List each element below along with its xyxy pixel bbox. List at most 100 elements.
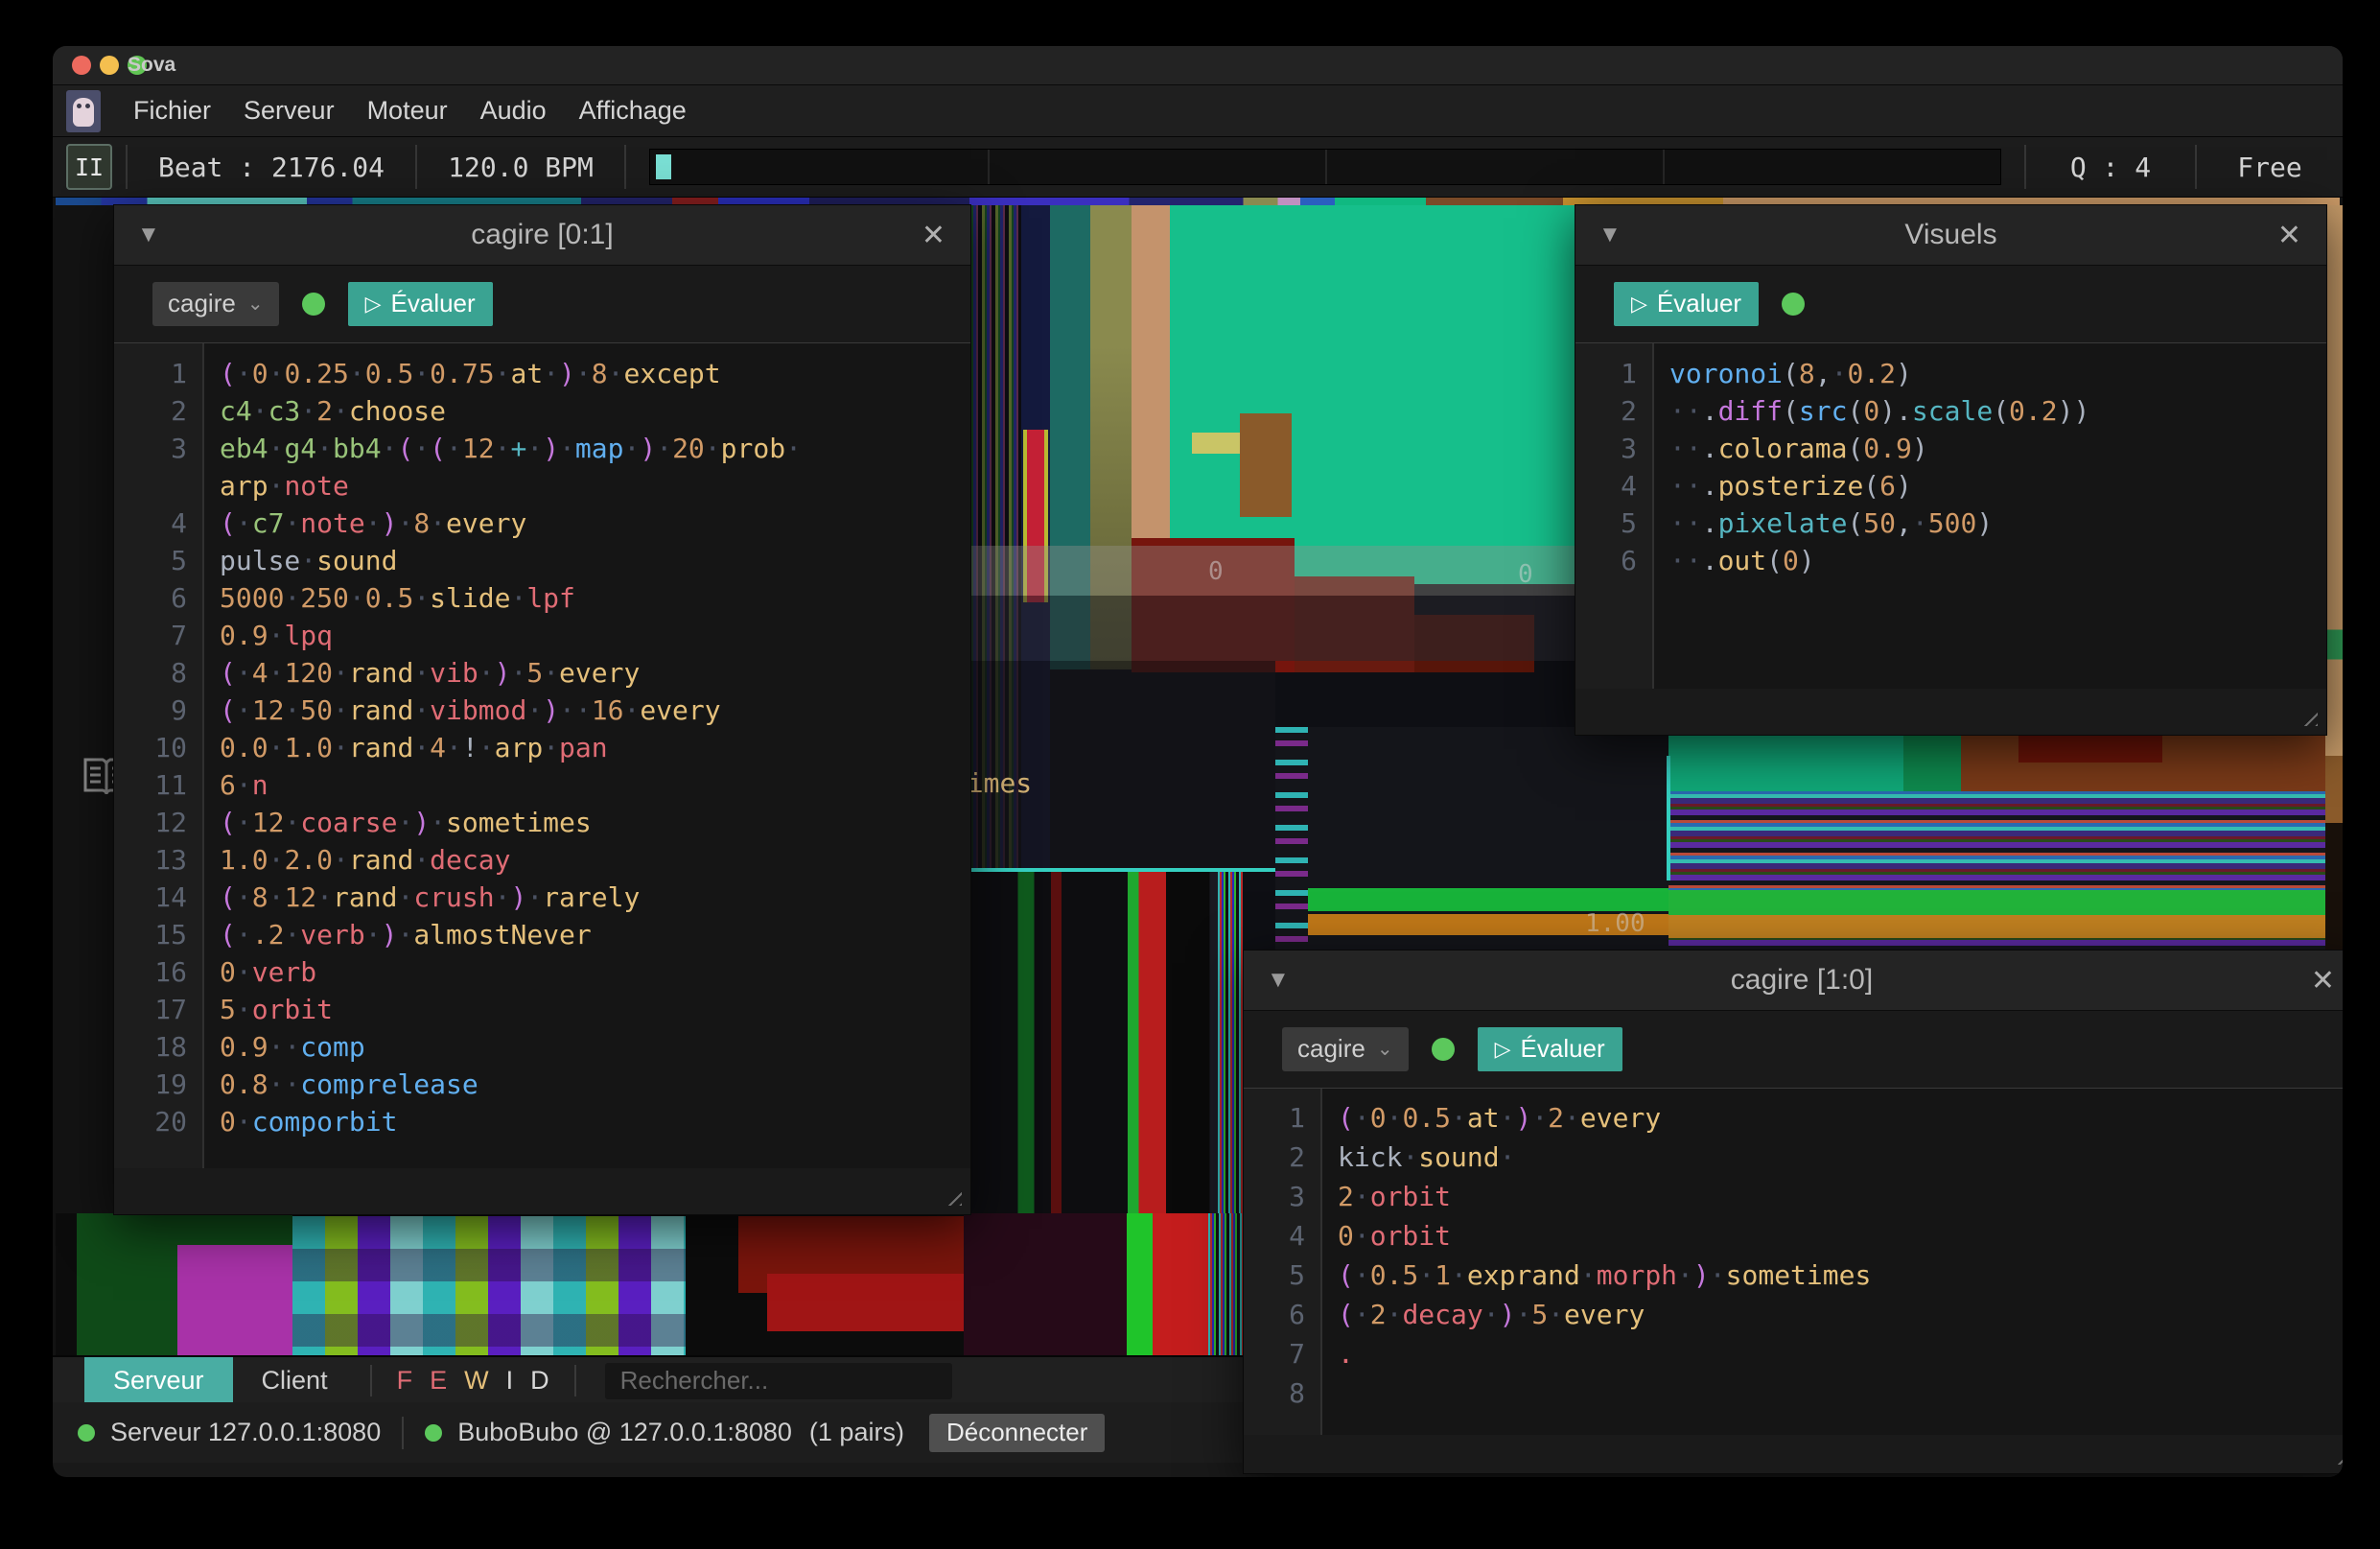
tab-client[interactable]: Client [233, 1357, 357, 1404]
code-token: ( [220, 507, 236, 539]
line-number: 7 [114, 617, 202, 654]
tab-serveur[interactable]: Serveur [84, 1357, 233, 1404]
whitespace-dot: · [397, 807, 413, 838]
code-token: colorama [1718, 433, 1848, 464]
status-divider [402, 1417, 404, 1449]
code-token: verb [300, 919, 364, 951]
whitespace-dot: · [413, 732, 430, 763]
code-line: 6(·2·decay·)·5·every [1244, 1295, 2343, 1334]
line-number: 8 [1244, 1373, 1320, 1413]
code-token: 0.9 [1863, 433, 1912, 464]
code-token: . [1702, 433, 1718, 464]
whitespace-dot: · [1354, 1181, 1370, 1212]
pairs-count: (1 pairs) [809, 1418, 904, 1447]
disconnect-button[interactable]: Déconnecter [929, 1414, 1105, 1452]
menu-moteur[interactable]: Moteur [367, 96, 448, 126]
quantize-display[interactable]: Q : 4 [2026, 137, 2195, 197]
code-token: , [1896, 507, 1912, 539]
glitch-brown-block [1240, 413, 1292, 517]
whitespace-dot: · [413, 582, 430, 614]
buffer-dropdown[interactable]: cagire ⌄ [152, 282, 279, 326]
glitch-green-band-mid [1308, 888, 1668, 911]
resize-handle[interactable] [941, 1185, 962, 1206]
resize-handle[interactable] [2297, 705, 2318, 726]
code-token: every [1564, 1299, 1645, 1330]
line-number: 3 [1575, 430, 1652, 467]
evaluate-button[interactable]: ▷ Évaluer [348, 282, 493, 326]
whitespace-dot: · [1500, 1102, 1516, 1134]
whitespace-dot: · [478, 732, 495, 763]
filter-d[interactable]: D [530, 1366, 549, 1396]
menu-serveur[interactable]: Serveur [244, 96, 335, 126]
code-token: 8 [592, 358, 608, 389]
whitespace-dot: · [397, 881, 413, 913]
menu-affichage[interactable]: Affichage [579, 96, 687, 126]
whitespace-dot: · [300, 545, 316, 576]
glitch-right-orange-band [1668, 915, 2325, 938]
code-token: orbit [252, 994, 333, 1025]
code-token: scale [1912, 395, 1993, 427]
line-number: 18 [114, 1028, 202, 1066]
panel-title: cagire [1:0] [1244, 964, 2343, 997]
filter-i[interactable]: I [506, 1366, 514, 1396]
beat-progress-bar[interactable] [649, 149, 2001, 185]
whitespace-dot: ·· [1669, 470, 1702, 502]
panel-header[interactable]: ▼ cagire [0:1] ✕ [114, 205, 970, 266]
code-token: )) [2058, 395, 2090, 427]
beat-cursor [656, 154, 671, 179]
glitch-gray-band [968, 546, 1587, 596]
menu-audio[interactable]: Audio [480, 96, 547, 126]
menu-bar: Fichier Serveur Moteur Audio Affichage [53, 85, 2343, 137]
code-token: map [575, 433, 624, 464]
code-token: rand [349, 732, 413, 763]
code-token: ) [495, 657, 511, 689]
code-line: 131.0·2.0·rand·decay [114, 841, 970, 879]
code-token: 0.8 [220, 1068, 268, 1100]
panel-header[interactable]: ▼ Visuels ✕ [1575, 205, 2326, 266]
code-token: ) [559, 358, 575, 389]
code-token: 8 [1799, 358, 1815, 389]
code-editor[interactable]: 1(·0·0.25·0.5·0.75·at·)·8·except2c4·c3·2… [114, 343, 970, 1168]
buffer-dropdown[interactable]: cagire ⌄ [1282, 1027, 1409, 1071]
whitespace-dot: · [284, 507, 300, 539]
filter-f[interactable]: F [397, 1366, 413, 1396]
evaluate-button[interactable]: ▷ Évaluer [1614, 282, 1759, 326]
filter-e[interactable]: E [430, 1366, 447, 1396]
code-token: ) [543, 433, 559, 464]
beat-bar-divider [1325, 150, 1327, 184]
code-token: rarely [543, 881, 640, 913]
search-input[interactable] [605, 1363, 952, 1399]
close-icon[interactable]: ✕ [2277, 219, 2301, 252]
sync-mode-display[interactable]: Free [2197, 137, 2343, 197]
line-number: 4 [114, 505, 202, 542]
evaluate-button[interactable]: ▷ Évaluer [1478, 1027, 1622, 1071]
pause-button[interactable]: II [66, 144, 112, 190]
code-token: ) [510, 881, 526, 913]
filter-w[interactable]: W [464, 1366, 488, 1396]
whitespace-dot: ·· [1669, 395, 1702, 427]
code-line-content: (·0·0.25·0.5·0.75·at·)·8·except [202, 355, 721, 392]
panel-header[interactable]: ▼ cagire [1:0] ✕ [1244, 951, 2343, 1011]
minimize-window-icon[interactable] [100, 56, 119, 75]
whitespace-dot: · [284, 807, 300, 838]
whitespace-dot: · [1580, 1259, 1597, 1291]
close-icon[interactable]: ✕ [2311, 964, 2335, 997]
close-window-icon[interactable] [72, 56, 91, 75]
code-editor[interactable]: 1(·0·0.5·at·)·2·every2kick·sound·32·orbi… [1244, 1089, 2343, 1435]
code-line-content: 6·n [202, 766, 268, 804]
close-icon[interactable]: ✕ [922, 219, 945, 252]
resize-handle[interactable] [2330, 1443, 2343, 1465]
code-token: ) [382, 507, 398, 539]
code-line-content: voronoi(8,·0.2) [1652, 355, 1912, 392]
code-editor[interactable]: 1voronoi(8,·0.2)2··.diff(src(0).scale(0.… [1575, 343, 2326, 689]
line-number [114, 467, 202, 505]
code-token: 50 [300, 694, 333, 726]
code-token: every [1580, 1102, 1661, 1134]
whitespace-dot: · [413, 358, 430, 389]
whitespace-dot: · [300, 395, 316, 427]
code-token: 8 [252, 881, 268, 913]
code-token: ( [220, 919, 236, 951]
line-number: 19 [114, 1066, 202, 1103]
code-line: 200·comporbit [114, 1103, 970, 1140]
menu-fichier[interactable]: Fichier [133, 96, 211, 126]
